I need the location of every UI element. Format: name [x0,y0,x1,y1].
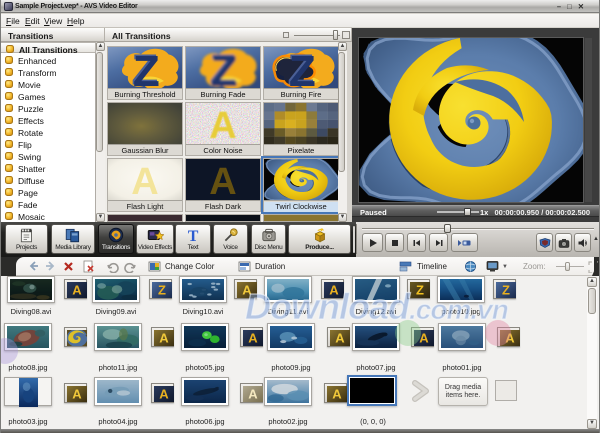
svg-text:Z: Z [133,47,160,89]
svg-text:A: A [248,330,258,345]
svg-text:A: A [248,386,258,401]
svg-text:A: A [209,105,236,145]
svg-text:A: A [131,161,158,201]
svg-text:A: A [209,161,236,201]
svg-text:A: A [335,330,345,345]
svg-text:Z: Z [158,282,166,297]
svg-text:A: A [72,386,82,401]
svg-text:A: A [159,386,169,401]
svg-text:Z: Z [289,47,316,89]
svg-text:Z: Z [211,47,238,89]
svg-text:T: T [188,228,199,243]
svg-text:A: A [72,282,82,297]
svg-text:A: A [332,386,342,401]
svg-text:A: A [159,330,169,345]
